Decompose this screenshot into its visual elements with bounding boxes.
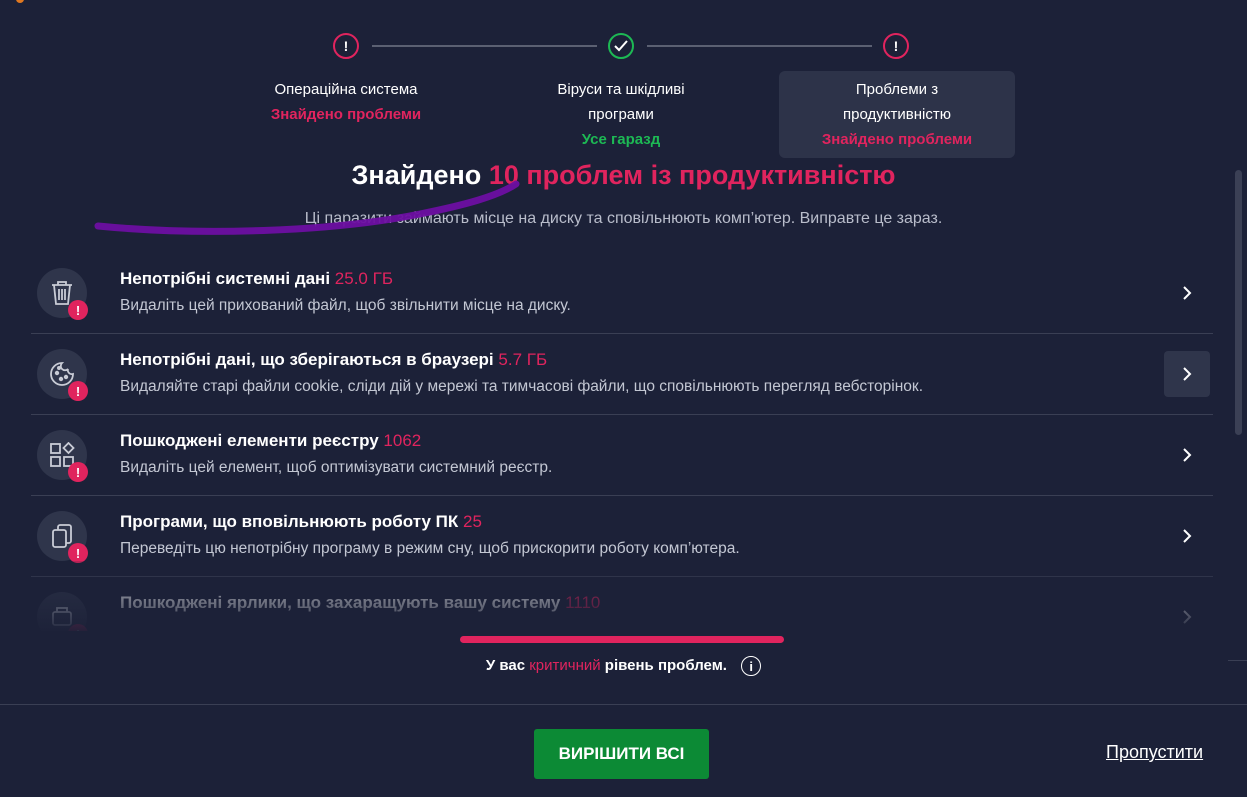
issue-row-browser-data[interactable]: ! Непотрібні дані, що зберігаються в бра… (31, 334, 1213, 415)
issue-title-text: Непотрібні системні дані (120, 269, 331, 288)
info-icon[interactable]: i (741, 656, 762, 676)
issue-title: Пошкоджені елементи реєстру 1062 (120, 431, 421, 451)
severity-message: У вас критичний рівень проблем. i (0, 656, 1247, 676)
warning-badge-icon: ! (68, 381, 88, 401)
issue-value: 25 (463, 512, 482, 531)
issue-row-slow-apps[interactable]: ! Програми, що вповільнюють роботу ПК 25… (31, 496, 1213, 577)
issue-row-broken-shortcuts[interactable]: ! Пошкоджені ярлики, що захаращують вашу… (31, 577, 1213, 631)
issue-title: Пошкоджені ярлики, що захаращують вашу с… (120, 593, 600, 613)
issue-title: Непотрібні системні дані 25.0 ГБ (120, 269, 393, 289)
issue-value: 25.0 ГБ (334, 269, 393, 288)
issue-description: Видаліть цей прихований файл, щоб звільн… (120, 297, 571, 314)
severity-level: критичний (529, 656, 601, 674)
issue-title-text: Пошкоджені ярлики, що захаращують вашу с… (120, 593, 561, 612)
chevron-right-icon[interactable] (1164, 270, 1210, 316)
severity-prefix: У вас (485, 656, 526, 674)
issue-value: 1062 (383, 431, 422, 450)
issue-title: Непотрібні дані, що зберігаються в брауз… (120, 350, 547, 370)
issues-list: ! Непотрібні системні дані 25.0 ГБ Видал… (31, 253, 1213, 631)
issue-description: Видаляйте старі файли cookie, сліди дій … (120, 378, 923, 395)
issue-title: Програми, що вповільнюють роботу ПК 25 (120, 512, 482, 532)
chevron-right-icon[interactable] (1164, 594, 1210, 631)
issue-title-text: Пошкоджені елементи реєстру (120, 431, 379, 450)
warning-badge-icon: ! (68, 543, 88, 563)
issue-value: 5.7 ГБ (498, 350, 548, 369)
issue-description: Переведіть цю непотрібну програму в режи… (120, 540, 740, 557)
issue-title-text: Програми, що вповільнюють роботу ПК (120, 512, 459, 531)
issue-row-system-junk[interactable]: ! Непотрібні системні дані 25.0 ГБ Видал… (31, 253, 1213, 334)
warning-badge-icon: ! (68, 300, 88, 320)
severity-meter (460, 636, 784, 643)
severity-suffix: рівень проблем. (604, 656, 727, 674)
warning-badge-icon: ! (68, 462, 88, 482)
issue-title-text: Непотрібні дані, що зберігаються в брауз… (120, 350, 494, 369)
list-scrollbar[interactable] (1235, 170, 1242, 435)
chevron-right-icon[interactable] (1164, 513, 1210, 559)
chevron-right-icon[interactable] (1164, 432, 1210, 478)
fix-all-button[interactable]: ВИРІШИТИ ВСІ (534, 729, 709, 779)
purple-pen-annotation (94, 180, 520, 235)
issue-value: 1110 (565, 593, 601, 612)
issue-row-registry[interactable]: ! Пошкоджені елементи реєстру 1062 Видал… (31, 415, 1213, 496)
skip-link[interactable]: Пропустити (1106, 742, 1203, 763)
footer-divider (0, 704, 1247, 705)
issue-description: Видаліть цей елемент, щоб оптимізувати с… (120, 459, 553, 476)
chevron-right-icon[interactable] (1164, 351, 1210, 397)
